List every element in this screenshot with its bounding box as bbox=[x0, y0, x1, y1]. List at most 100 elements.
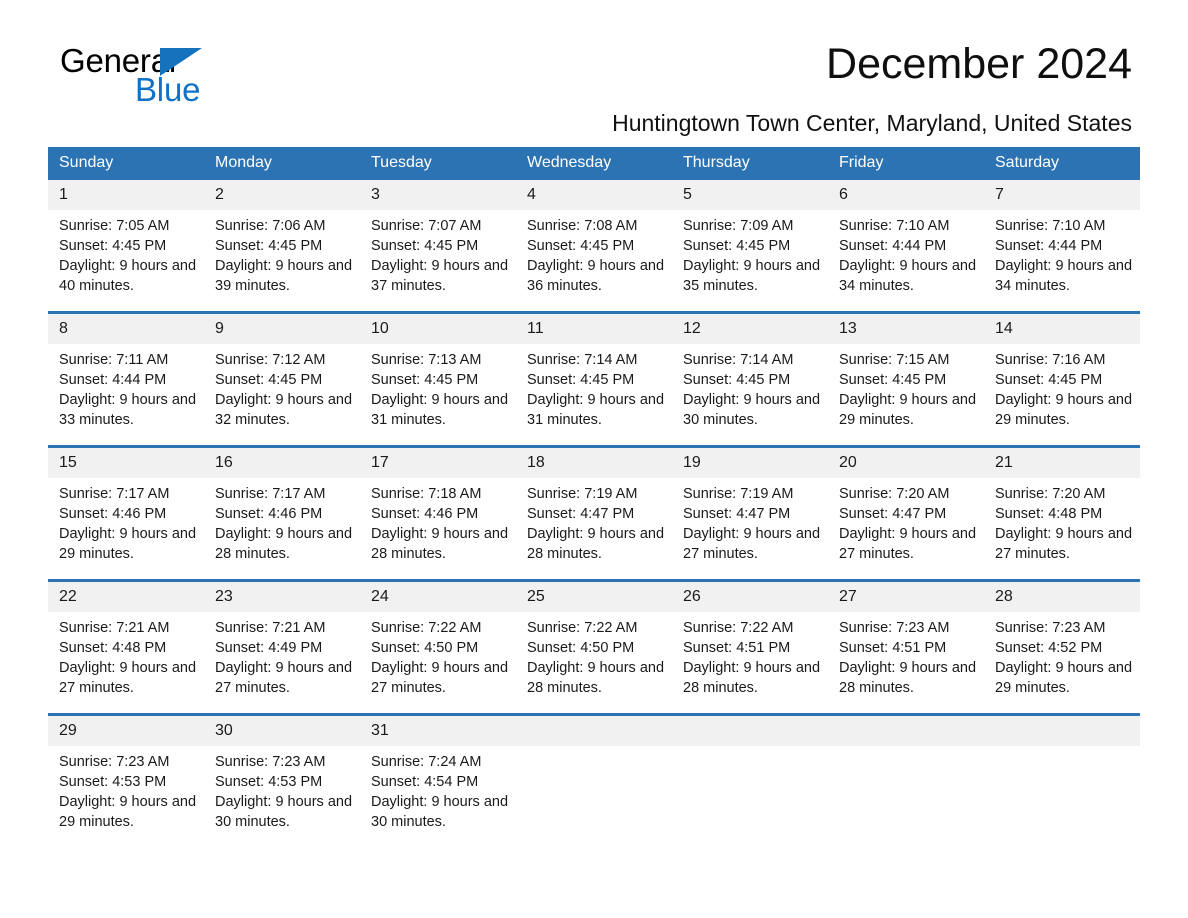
calendar-day-cell[interactable]: 23 Sunrise: 7:21 AM Sunset: 4:49 PM Dayl… bbox=[204, 579, 360, 715]
calendar-day-cell[interactable]: 18 Sunrise: 7:19 AM Sunset: 4:47 PM Dayl… bbox=[516, 445, 672, 581]
day-details: Sunrise: 7:07 AM Sunset: 4:45 PM Dayligh… bbox=[360, 210, 516, 296]
sunset-text: Sunset: 4:46 PM bbox=[59, 506, 167, 522]
calendar-week-row: 8 Sunrise: 7:11 AM Sunset: 4:44 PM Dayli… bbox=[48, 311, 1140, 447]
day-number: 20 bbox=[828, 448, 984, 478]
calendar-day-cell[interactable]: 15 Sunrise: 7:17 AM Sunset: 4:46 PM Dayl… bbox=[48, 445, 204, 581]
page-header: General Blue December 2024 bbox=[48, 0, 1140, 108]
calendar-day-cell[interactable]: 6 Sunrise: 7:10 AM Sunset: 4:44 PM Dayli… bbox=[828, 180, 984, 313]
daylight-text: Daylight: 9 hours and 37 minutes. bbox=[371, 258, 509, 294]
sunset-text: Sunset: 4:45 PM bbox=[527, 238, 635, 254]
day-details: Sunrise: 7:22 AM Sunset: 4:51 PM Dayligh… bbox=[672, 612, 828, 698]
daylight-text: Daylight: 9 hours and 34 minutes. bbox=[839, 258, 977, 294]
calendar-day-cell[interactable]: 11 Sunrise: 7:14 AM Sunset: 4:45 PM Dayl… bbox=[516, 311, 672, 447]
day-number: 3 bbox=[360, 180, 516, 210]
sunset-text: Sunset: 4:44 PM bbox=[59, 372, 167, 388]
day-number: 14 bbox=[984, 314, 1140, 344]
day-details: Sunrise: 7:19 AM Sunset: 4:47 PM Dayligh… bbox=[516, 478, 672, 564]
day-number: 27 bbox=[828, 582, 984, 612]
sunrise-text: Sunrise: 7:23 AM bbox=[995, 620, 1106, 636]
calendar-day-cell[interactable]: 21 Sunrise: 7:20 AM Sunset: 4:48 PM Dayl… bbox=[984, 445, 1140, 581]
calendar-day-cell[interactable]: 29 Sunrise: 7:23 AM Sunset: 4:53 PM Dayl… bbox=[48, 713, 204, 847]
calendar-day-cell[interactable]: 10 Sunrise: 7:13 AM Sunset: 4:45 PM Dayl… bbox=[360, 311, 516, 447]
day-details: Sunrise: 7:11 AM Sunset: 4:44 PM Dayligh… bbox=[48, 344, 204, 430]
calendar-day-cell[interactable]: 20 Sunrise: 7:20 AM Sunset: 4:47 PM Dayl… bbox=[828, 445, 984, 581]
calendar-day-cell[interactable]: 16 Sunrise: 7:17 AM Sunset: 4:46 PM Dayl… bbox=[204, 445, 360, 581]
calendar-day-cell-empty bbox=[672, 713, 828, 847]
daylight-text: Daylight: 9 hours and 40 minutes. bbox=[59, 258, 197, 294]
sunset-text: Sunset: 4:45 PM bbox=[371, 238, 479, 254]
daylight-text: Daylight: 9 hours and 27 minutes. bbox=[59, 660, 197, 696]
day-number: 12 bbox=[672, 314, 828, 344]
sunset-text: Sunset: 4:53 PM bbox=[215, 774, 323, 790]
sunrise-text: Sunrise: 7:09 AM bbox=[683, 218, 794, 234]
calendar-day-cell[interactable]: 13 Sunrise: 7:15 AM Sunset: 4:45 PM Dayl… bbox=[828, 311, 984, 447]
calendar-day-cell[interactable]: 28 Sunrise: 7:23 AM Sunset: 4:52 PM Dayl… bbox=[984, 579, 1140, 715]
day-number: 5 bbox=[672, 180, 828, 210]
daylight-text: Daylight: 9 hours and 29 minutes. bbox=[839, 392, 977, 428]
calendar-day-cell-empty bbox=[828, 713, 984, 847]
daylight-text: Daylight: 9 hours and 30 minutes. bbox=[683, 392, 821, 428]
sunset-text: Sunset: 4:46 PM bbox=[371, 506, 479, 522]
day-details: Sunrise: 7:06 AM Sunset: 4:45 PM Dayligh… bbox=[204, 210, 360, 296]
day-number: 28 bbox=[984, 582, 1140, 612]
calendar-day-cell[interactable]: 1 Sunrise: 7:05 AM Sunset: 4:45 PM Dayli… bbox=[48, 180, 204, 313]
daylight-text: Daylight: 9 hours and 27 minutes. bbox=[995, 526, 1133, 562]
sunset-text: Sunset: 4:45 PM bbox=[995, 372, 1103, 388]
calendar-week-row: 29 Sunrise: 7:23 AM Sunset: 4:53 PM Dayl… bbox=[48, 713, 1140, 847]
day-details: Sunrise: 7:20 AM Sunset: 4:48 PM Dayligh… bbox=[984, 478, 1140, 564]
calendar-week-row: 1 Sunrise: 7:05 AM Sunset: 4:45 PM Dayli… bbox=[48, 180, 1140, 313]
day-details: Sunrise: 7:10 AM Sunset: 4:44 PM Dayligh… bbox=[984, 210, 1140, 296]
sunrise-text: Sunrise: 7:21 AM bbox=[215, 620, 326, 636]
sunrise-text: Sunrise: 7:16 AM bbox=[995, 352, 1106, 368]
day-details: Sunrise: 7:16 AM Sunset: 4:45 PM Dayligh… bbox=[984, 344, 1140, 430]
sunset-text: Sunset: 4:47 PM bbox=[839, 506, 947, 522]
sunset-text: Sunset: 4:45 PM bbox=[215, 372, 323, 388]
sunrise-text: Sunrise: 7:10 AM bbox=[995, 218, 1106, 234]
day-number bbox=[828, 716, 984, 746]
day-number: 31 bbox=[360, 716, 516, 746]
day-number: 26 bbox=[672, 582, 828, 612]
daylight-text: Daylight: 9 hours and 29 minutes. bbox=[59, 526, 197, 562]
sunset-text: Sunset: 4:50 PM bbox=[527, 640, 635, 656]
calendar-day-cell[interactable]: 4 Sunrise: 7:08 AM Sunset: 4:45 PM Dayli… bbox=[516, 180, 672, 313]
generalblue-logo[interactable]: General Blue bbox=[60, 44, 320, 108]
sunset-text: Sunset: 4:47 PM bbox=[683, 506, 791, 522]
calendar-day-cell[interactable]: 31 Sunrise: 7:24 AM Sunset: 4:54 PM Dayl… bbox=[360, 713, 516, 847]
sunrise-text: Sunrise: 7:23 AM bbox=[839, 620, 950, 636]
day-details: Sunrise: 7:10 AM Sunset: 4:44 PM Dayligh… bbox=[828, 210, 984, 296]
calendar-day-cell[interactable]: 24 Sunrise: 7:22 AM Sunset: 4:50 PM Dayl… bbox=[360, 579, 516, 715]
calendar-day-cell[interactable]: 5 Sunrise: 7:09 AM Sunset: 4:45 PM Dayli… bbox=[672, 180, 828, 313]
weekday-header-monday: Monday bbox=[204, 147, 360, 180]
day-details bbox=[984, 746, 1140, 752]
calendar-day-cell[interactable]: 27 Sunrise: 7:23 AM Sunset: 4:51 PM Dayl… bbox=[828, 579, 984, 715]
day-details: Sunrise: 7:21 AM Sunset: 4:48 PM Dayligh… bbox=[48, 612, 204, 698]
sunrise-text: Sunrise: 7:13 AM bbox=[371, 352, 482, 368]
sunset-text: Sunset: 4:49 PM bbox=[215, 640, 323, 656]
calendar-day-cell[interactable]: 22 Sunrise: 7:21 AM Sunset: 4:48 PM Dayl… bbox=[48, 579, 204, 715]
calendar-day-cell[interactable]: 30 Sunrise: 7:23 AM Sunset: 4:53 PM Dayl… bbox=[204, 713, 360, 847]
calendar-day-cell-empty bbox=[984, 713, 1140, 847]
calendar-day-cell[interactable]: 8 Sunrise: 7:11 AM Sunset: 4:44 PM Dayli… bbox=[48, 311, 204, 447]
calendar-day-cell[interactable]: 9 Sunrise: 7:12 AM Sunset: 4:45 PM Dayli… bbox=[204, 311, 360, 447]
day-details bbox=[516, 746, 672, 752]
daylight-text: Daylight: 9 hours and 28 minutes. bbox=[527, 526, 665, 562]
sunrise-text: Sunrise: 7:23 AM bbox=[59, 754, 170, 770]
sunrise-text: Sunrise: 7:20 AM bbox=[995, 486, 1106, 502]
calendar-day-cell[interactable]: 7 Sunrise: 7:10 AM Sunset: 4:44 PM Dayli… bbox=[984, 180, 1140, 313]
day-number bbox=[672, 716, 828, 746]
calendar-day-cell[interactable]: 2 Sunrise: 7:06 AM Sunset: 4:45 PM Dayli… bbox=[204, 180, 360, 313]
calendar-day-cell[interactable]: 26 Sunrise: 7:22 AM Sunset: 4:51 PM Dayl… bbox=[672, 579, 828, 715]
calendar-day-cell[interactable]: 19 Sunrise: 7:19 AM Sunset: 4:47 PM Dayl… bbox=[672, 445, 828, 581]
calendar-day-cell[interactable]: 12 Sunrise: 7:14 AM Sunset: 4:45 PM Dayl… bbox=[672, 311, 828, 447]
sunset-text: Sunset: 4:52 PM bbox=[995, 640, 1103, 656]
sunset-text: Sunset: 4:53 PM bbox=[59, 774, 167, 790]
calendar-day-cell[interactable]: 25 Sunrise: 7:22 AM Sunset: 4:50 PM Dayl… bbox=[516, 579, 672, 715]
sunset-text: Sunset: 4:45 PM bbox=[215, 238, 323, 254]
calendar-day-cell[interactable]: 3 Sunrise: 7:07 AM Sunset: 4:45 PM Dayli… bbox=[360, 180, 516, 313]
day-details: Sunrise: 7:23 AM Sunset: 4:51 PM Dayligh… bbox=[828, 612, 984, 698]
calendar-day-cell[interactable]: 17 Sunrise: 7:18 AM Sunset: 4:46 PM Dayl… bbox=[360, 445, 516, 581]
calendar-day-cell[interactable]: 14 Sunrise: 7:16 AM Sunset: 4:45 PM Dayl… bbox=[984, 311, 1140, 447]
daylight-text: Daylight: 9 hours and 31 minutes. bbox=[371, 392, 509, 428]
calendar-page: General Blue December 2024 Huntingtown T… bbox=[0, 0, 1188, 918]
day-details: Sunrise: 7:22 AM Sunset: 4:50 PM Dayligh… bbox=[360, 612, 516, 698]
